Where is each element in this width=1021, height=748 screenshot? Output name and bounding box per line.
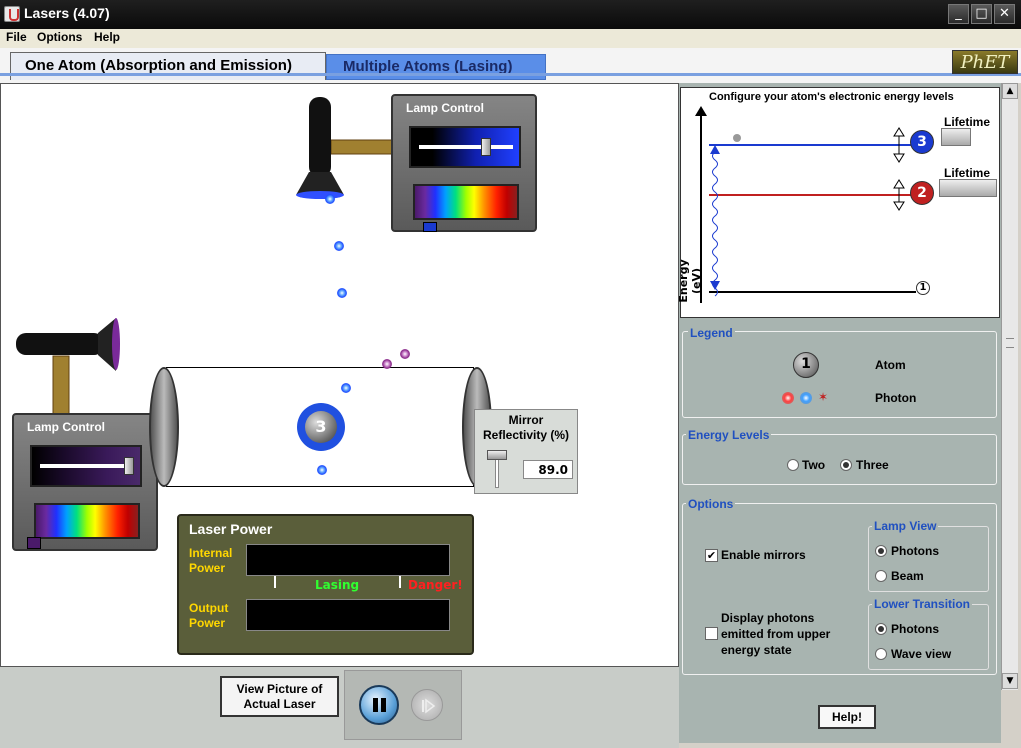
close-button[interactable]: ✕ — [994, 4, 1015, 24]
mirror-slider-thumb[interactable] — [487, 450, 507, 460]
display-photons-label[interactable]: Display photons emitted from upper energ… — [721, 610, 830, 658]
bottom-control-area — [0, 667, 679, 748]
legend-title: Legend — [688, 326, 735, 340]
options-title: Options — [686, 497, 736, 511]
top-lamp-slider-thumb[interactable] — [481, 138, 491, 156]
output-power-meter — [246, 599, 450, 631]
left-lamp-wavelength-marker[interactable] — [27, 537, 41, 549]
radio-three[interactable] — [840, 459, 852, 471]
laser-power-title: Laser Power — [189, 521, 273, 537]
tab-bar: One Atom (Absorption and Emission) Multi… — [0, 48, 1021, 83]
step-icon[interactable] — [411, 689, 443, 721]
left-lamp-control: Lamp Control — [12, 413, 158, 551]
tab-underline — [0, 73, 1021, 76]
photon — [334, 241, 344, 251]
maximize-button[interactable]: □ — [971, 4, 992, 24]
help-button[interactable]: Help! — [818, 705, 876, 729]
title-bar: Lasers (4.07) _ □ ✕ — [0, 0, 1021, 29]
top-lamp-wavelength-marker[interactable] — [423, 222, 437, 232]
mirror-reflectivity-value[interactable]: 89.0 — [523, 460, 573, 479]
energy-levels-title: Energy Levels — [686, 428, 772, 442]
lower-transition-photons-radio[interactable] — [875, 623, 887, 635]
menu-help[interactable]: Help — [94, 30, 120, 44]
photon — [341, 383, 351, 393]
top-lamp-title: Lamp Control — [406, 101, 484, 115]
scroll-down-icon[interactable]: ▼ — [1002, 673, 1018, 689]
level-2-atom-icon[interactable]: 2 — [910, 181, 934, 205]
lamp-view-beam-radio[interactable] — [875, 570, 887, 582]
lower-transition-wave-radio[interactable] — [875, 648, 887, 660]
enable-mirrors-checkbox[interactable]: ✔ — [705, 549, 718, 562]
legend-group — [682, 331, 997, 418]
lifetime-slider-level3[interactable] — [941, 128, 971, 146]
lifetime-slider-level2[interactable] — [939, 179, 997, 197]
radio-three-label[interactable]: Three — [856, 458, 889, 472]
top-lamp-icon — [296, 97, 394, 199]
radio-two-label[interactable]: Two — [802, 458, 825, 472]
left-lamp-title: Lamp Control — [27, 420, 105, 434]
photon — [400, 349, 410, 359]
lifetime-label-level2: Lifetime — [944, 166, 991, 180]
level-1-atom-icon: 1 — [916, 281, 930, 295]
photon — [382, 359, 392, 369]
java-app-icon — [4, 6, 20, 22]
enable-mirrors-label[interactable]: Enable mirrors — [721, 548, 806, 562]
level-3-atom-icon[interactable]: 3 — [910, 130, 934, 154]
lasing-label: Lasing — [315, 578, 360, 592]
minimize-button[interactable]: _ — [948, 4, 969, 24]
lamp-view-title: Lamp View — [872, 519, 939, 533]
menu-bar: File Options Help — [0, 29, 1021, 48]
left-lamp-slider-thumb[interactable] — [124, 457, 134, 475]
menu-file[interactable]: File — [6, 30, 27, 44]
mirror-reflectivity-panel: Mirror Reflectivity (%) 89.0 — [474, 409, 578, 494]
atom-level-number: 3 — [305, 411, 337, 443]
tab-multiple-atoms[interactable]: Multiple Atoms (Lasing) — [326, 54, 546, 80]
menu-options[interactable]: Options — [37, 30, 82, 44]
lamp-view-beam-label[interactable]: Beam — [891, 569, 924, 583]
lifetime-label-level3: Lifetime — [944, 115, 991, 129]
lower-transition-title: Lower Transition — [872, 597, 973, 611]
top-lamp-wavelength-spectrum[interactable] — [413, 184, 519, 220]
left-mirror — [149, 367, 179, 487]
photon — [317, 465, 327, 475]
lamp-view-photons-radio[interactable] — [875, 545, 887, 557]
left-lamp-icon — [16, 318, 120, 416]
laser-power-panel: Laser Power Internal Power Lasing Danger… — [177, 514, 474, 655]
legend-photon-label: Photon — [875, 391, 917, 405]
top-lamp-intensity-slider[interactable] — [409, 126, 521, 168]
mirror-title-line1: Mirror — [508, 413, 544, 427]
scroll-up-icon[interactable]: ▲ — [1002, 83, 1018, 99]
scroll-thumb-grip[interactable] — [1006, 338, 1014, 348]
clock-control-panel — [344, 670, 462, 740]
output-power-label-1: Output — [189, 601, 229, 615]
phet-logo[interactable]: PhET — [952, 50, 1018, 74]
internal-power-meter — [246, 544, 450, 576]
internal-power-label-2: Power — [189, 561, 226, 575]
lower-transition-wave-label[interactable]: Wave view — [891, 647, 951, 661]
output-power-label-2: Power — [189, 616, 226, 630]
simulation-canvas: Lamp Control Lamp Control 3 Mirror Refle… — [0, 83, 679, 667]
vertical-scrollbar[interactable]: ▲ ▼ — [1001, 83, 1018, 690]
atom: 3 — [297, 403, 345, 451]
view-picture-button[interactable]: View Picture of Actual Laser — [220, 676, 339, 717]
top-lamp-control: Lamp Control — [391, 94, 537, 232]
energy-level-diagram: Configure your atom's electronic energy … — [677, 87, 1000, 318]
window-title: Lasers (4.07) — [24, 5, 110, 21]
legend-atom-label: Atom — [875, 358, 906, 372]
internal-power-label-1: Internal — [189, 546, 233, 560]
legend-atom-icon: 1 — [793, 352, 819, 378]
left-lamp-wavelength-spectrum[interactable] — [34, 503, 140, 539]
pause-icon[interactable] — [359, 685, 399, 725]
radio-two[interactable] — [787, 459, 799, 471]
mirror-title-line2: Reflectivity (%) — [482, 428, 570, 442]
left-lamp-intensity-slider[interactable] — [30, 445, 142, 487]
lower-transition-photons-label[interactable]: Photons — [891, 622, 939, 636]
lamp-view-group — [868, 526, 989, 592]
photon — [337, 288, 347, 298]
photon — [325, 194, 335, 204]
danger-label: Danger! — [408, 578, 463, 592]
lamp-view-photons-label[interactable]: Photons — [891, 544, 939, 558]
display-photons-checkbox[interactable] — [705, 627, 718, 640]
